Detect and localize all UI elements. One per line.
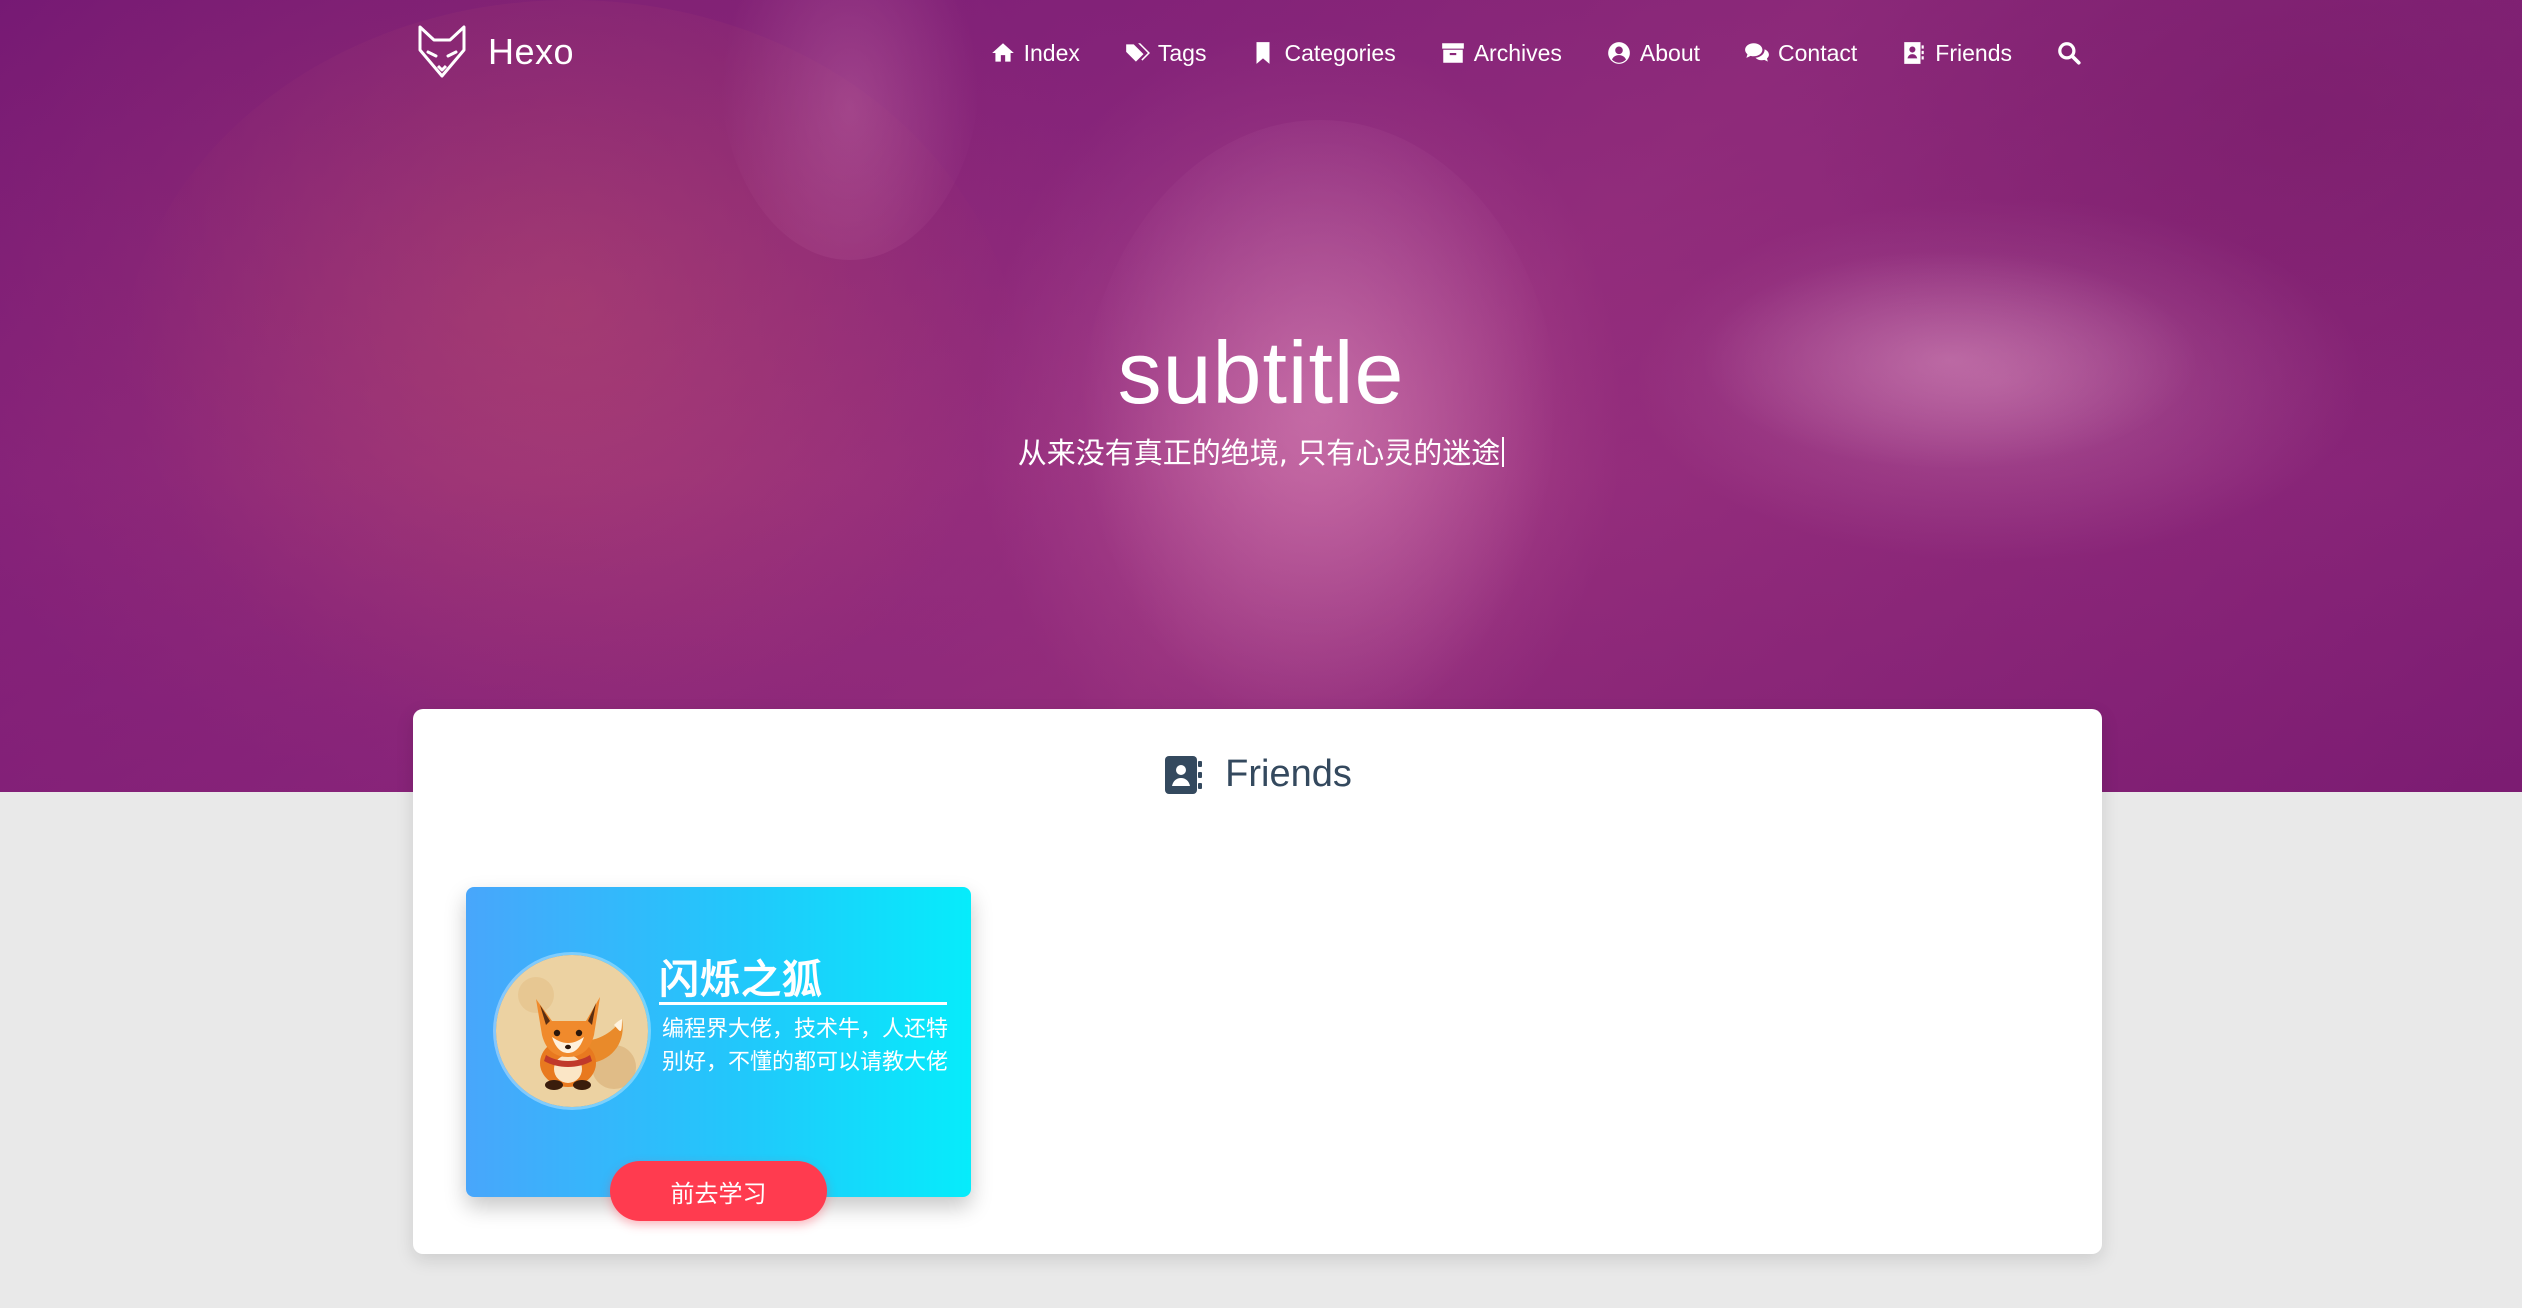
nav-item-friends[interactable]: Friends [1901, 40, 2012, 67]
home-icon [991, 43, 1014, 62]
nav-item-label: Archives [1473, 39, 1562, 66]
section-title-text: Friends [1225, 753, 1352, 795]
hero-subtitle-text: 从来没有真正的绝境, 只有心灵的迷途 [1017, 436, 1501, 470]
bookmark-icon [1256, 42, 1270, 64]
nav-item-label: Index [1023, 39, 1080, 66]
nav-item-label: About [1639, 39, 1701, 66]
navbar: Hexo Index Tags Categories Archives Abou… [0, 0, 2522, 110]
address-book-icon [1165, 755, 1203, 794]
brand-name: Hexo [488, 31, 575, 72]
comments-icon [1745, 43, 1769, 62]
friend-name-underline [659, 1002, 947, 1005]
address-book-icon [1904, 42, 1925, 64]
archive-icon [1441, 43, 1464, 63]
nav-item-label: Categories [1284, 39, 1396, 66]
hero-banner: Hexo Index Tags Categories Archives Abou… [0, 0, 2522, 792]
hero-subtitle: 从来没有真正的绝境, 只有心灵的迷途 [0, 430, 2522, 472]
fox-logo-icon [418, 25, 466, 78]
nav-item-about[interactable]: About [1606, 40, 1700, 67]
visit-friend-button[interactable]: 前去学习 [610, 1161, 827, 1221]
search-button[interactable] [2056, 40, 2082, 66]
nav-item-categories[interactable]: Categories [1250, 39, 1396, 67]
nav-item-contact[interactable]: Contact [1744, 40, 1857, 67]
brand-logo-link[interactable]: Hexo [416, 22, 574, 82]
search-icon [2058, 42, 2081, 65]
nav-item-label: Tags [1157, 39, 1207, 66]
fox-avatar[interactable] [496, 955, 648, 1107]
friend-description: 编程界大佬，技术牛，人还特别好，不懂的都可以请教大佬 [662, 1017, 949, 1075]
page: Hexo Index Tags Categories Archives Abou… [0, 0, 2522, 1308]
nav-item-archives[interactable]: Archives [1440, 40, 1562, 67]
hero-title: subtitle [1117, 323, 1405, 422]
friends-card-container: Friends 闪烁之狐 编程界大佬，技术牛，人还特别好，不懂的都可以请教大佬 … [413, 709, 2102, 1254]
user-circle-icon [1608, 42, 1630, 64]
tags-icon [1126, 43, 1150, 62]
nav-item-label: Friends [1935, 39, 2012, 66]
nav-menu: Index Tags Categories Archives About Con… [990, 32, 2082, 74]
friend-name[interactable]: 闪烁之狐 [659, 947, 823, 1005]
nav-item-label: Contact [1778, 39, 1858, 66]
nav-item-index[interactable]: Index [990, 40, 1080, 67]
fox-avatar-image [496, 955, 648, 1107]
nav-item-tags[interactable]: Tags [1124, 39, 1207, 67]
section-title: Friends [413, 753, 2102, 796]
typing-cursor [1502, 437, 1505, 467]
friend-card: 闪烁之狐 编程界大佬，技术牛，人还特别好，不懂的都可以请教大佬 前去学习 [466, 887, 971, 1221]
